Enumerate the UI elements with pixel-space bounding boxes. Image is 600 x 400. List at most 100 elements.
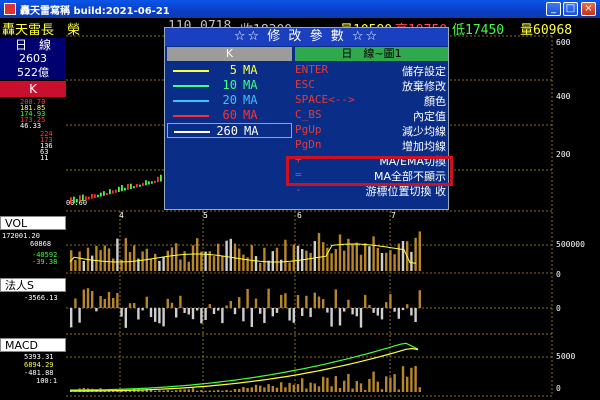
bar	[151, 181, 153, 184]
bar	[351, 308, 354, 315]
bar	[330, 253, 333, 271]
bar	[95, 308, 98, 312]
bar	[166, 390, 169, 392]
bar	[242, 254, 245, 271]
bar	[355, 308, 358, 317]
bar	[317, 233, 321, 271]
bar	[86, 288, 90, 308]
bar	[120, 308, 123, 317]
bar	[263, 308, 266, 324]
bar	[284, 293, 287, 308]
bar	[124, 308, 127, 328]
bar	[162, 308, 165, 327]
bar	[347, 373, 350, 392]
key-name: ENTER	[295, 63, 329, 76]
ma-color-swatch	[173, 115, 209, 117]
bar	[380, 389, 384, 392]
bar	[95, 245, 98, 271]
bar	[149, 308, 153, 318]
bar	[263, 387, 266, 392]
key-help-row: C_BS 內定值	[295, 108, 448, 123]
dialog-title: ☆☆ 修 改 參 數 ☆☆	[165, 28, 448, 46]
bar	[107, 291, 111, 308]
bar	[141, 251, 144, 271]
bar	[242, 386, 245, 392]
bar	[175, 308, 178, 318]
bar	[317, 296, 321, 308]
bar	[309, 382, 312, 392]
bar	[124, 187, 126, 191]
ma-row[interactable]: 260 MA	[167, 123, 292, 138]
bar	[204, 390, 207, 392]
bar	[418, 290, 421, 308]
ma-row[interactable]: 10 MA	[167, 78, 292, 93]
bar	[372, 308, 375, 313]
ma-row[interactable]: 20 MA	[167, 93, 292, 108]
bar	[393, 374, 396, 392]
bar	[217, 308, 220, 311]
bar	[275, 308, 279, 313]
bar	[148, 181, 150, 185]
bar	[149, 259, 153, 271]
bar	[250, 387, 253, 392]
bar	[393, 308, 396, 312]
date-tick-1: 4	[119, 211, 124, 220]
bar	[280, 382, 283, 392]
ma-color-swatch	[173, 70, 209, 72]
bar	[136, 184, 138, 188]
macd-tick-2: 0	[556, 384, 561, 393]
ma-type: MA	[243, 108, 258, 122]
bar	[133, 245, 136, 271]
bar	[259, 385, 262, 392]
bar	[254, 384, 258, 392]
ma-row[interactable]: 5 MA	[167, 63, 292, 78]
bar	[183, 389, 186, 392]
bar	[292, 244, 295, 271]
bar	[250, 308, 253, 328]
bar	[166, 250, 169, 271]
key-help-row: PgDn 增加均線	[295, 138, 448, 153]
bar	[79, 195, 81, 202]
app-window: 轟天雷寫稱 build:2021-06-21 _ □ × 轟天雷長 榮 110 …	[0, 0, 600, 400]
bar	[414, 308, 417, 323]
bar	[179, 259, 182, 271]
bar	[170, 390, 174, 392]
bar	[133, 186, 135, 189]
bar	[100, 192, 102, 197]
bar	[359, 308, 363, 328]
bar	[233, 389, 237, 392]
price-tick-3: 200	[556, 150, 571, 159]
bar	[401, 308, 405, 311]
ma-color-swatch	[174, 131, 210, 133]
ma-period: 20	[222, 93, 237, 107]
bar	[229, 238, 232, 271]
bar	[414, 237, 417, 271]
bar	[82, 289, 85, 308]
bar	[343, 380, 346, 392]
bar	[221, 308, 224, 324]
bar	[305, 295, 308, 308]
bar	[380, 308, 384, 320]
bar	[250, 245, 253, 271]
key-description: 減少均線	[402, 125, 446, 138]
bar	[246, 288, 249, 308]
bar	[309, 308, 312, 318]
bar	[397, 308, 400, 319]
bar	[78, 251, 81, 271]
bar	[78, 308, 81, 323]
ma-row[interactable]: 60 MA	[167, 108, 292, 123]
key-description: 內定值	[413, 110, 446, 123]
bar	[91, 193, 93, 199]
bar	[359, 254, 363, 271]
bar	[410, 308, 413, 316]
bar	[313, 241, 316, 271]
bar	[280, 294, 283, 308]
bar	[284, 239, 287, 271]
bar	[179, 389, 182, 392]
bar	[334, 376, 337, 392]
bar	[175, 243, 178, 271]
bar	[187, 389, 190, 392]
bar	[109, 189, 111, 195]
bar	[154, 180, 156, 183]
bar	[141, 390, 144, 392]
